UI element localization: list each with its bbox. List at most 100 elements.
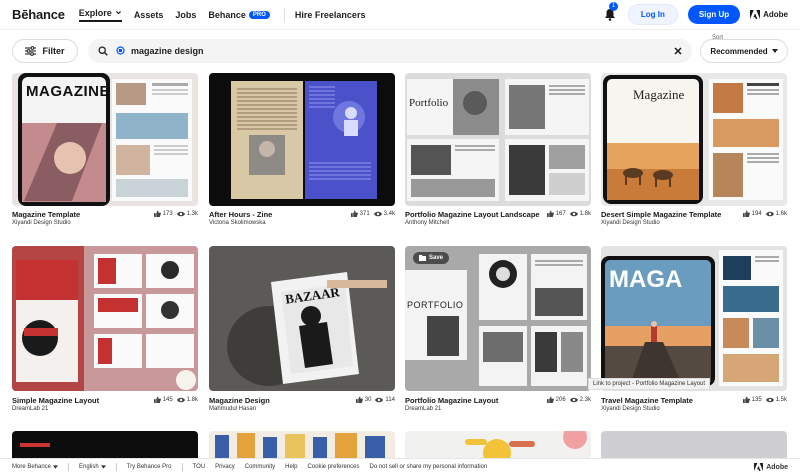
views-stat: 1.6k: [765, 211, 787, 217]
project-stats: 30 114: [355, 396, 395, 403]
project-author[interactable]: DreamLab 21: [12, 406, 48, 412]
project-search-icon: [116, 46, 125, 55]
nav-hire-freelancers[interactable]: Hire Freelancers: [295, 10, 366, 20]
likes-stat: 145: [153, 396, 173, 403]
project-author[interactable]: DreamLab 21: [405, 406, 441, 412]
project-thumbnail[interactable]: Portfolio: [405, 73, 591, 206]
save-button[interactable]: Save: [413, 252, 450, 264]
portfolio-landscape-cover: [405, 73, 591, 206]
project-thumbnail[interactable]: [12, 246, 198, 391]
project-card[interactable]: PORTFOLIO Save Portfolio Magazine Layout…: [405, 246, 591, 414]
project-title[interactable]: Desert Simple Magazine Template: [601, 210, 721, 219]
thumbnail-title-text: MAGAZINE: [26, 83, 110, 100]
adobe-footer-label: Adobe: [766, 463, 788, 471]
notifications-button[interactable]: 1: [604, 1, 619, 22]
project-title[interactable]: Portfolio Magazine Layout: [405, 396, 498, 405]
try-pro-link[interactable]: Try Behance Pro: [127, 464, 172, 470]
project-stats: 167 1.8k: [546, 210, 591, 217]
pro-badge: PRO: [248, 10, 270, 19]
footer-divider: [68, 463, 70, 471]
tou-link[interactable]: TOU: [193, 464, 206, 470]
eye-icon: [765, 211, 774, 216]
thumbs-up-icon: [153, 396, 161, 403]
adobe-link[interactable]: Adobe: [750, 10, 788, 19]
project-title[interactable]: After Hours - Zine: [209, 210, 272, 219]
views-count: 1.3k: [186, 210, 198, 217]
behance-logo[interactable]: Bēhance: [12, 7, 65, 22]
likes-count: 30: [364, 396, 372, 403]
project-card[interactable]: Portfolio Portfolio Magazine Layout Land…: [405, 73, 591, 233]
eye-icon: [569, 397, 578, 402]
filter-button[interactable]: Filter: [12, 39, 78, 63]
project-title[interactable]: Portfolio Magazine Layout Landscape: [405, 210, 540, 219]
likes-stat: 371: [350, 210, 370, 217]
project-thumbnail-partial[interactable]: [209, 431, 395, 458]
signup-button[interactable]: Sign Up: [687, 5, 741, 24]
language-label: English: [79, 464, 99, 470]
project-thumbnail-partial[interactable]: [601, 431, 787, 458]
nav-jobs[interactable]: Jobs: [175, 10, 196, 20]
project-thumbnail-partial[interactable]: [12, 431, 198, 458]
do-not-sell-link[interactable]: Do not sell or share my personal informa…: [369, 464, 487, 470]
language-dropdown[interactable]: English: [79, 464, 106, 470]
project-author[interactable]: Xiyandi Design Studio: [601, 220, 660, 226]
project-thumbnail[interactable]: MAGA: [601, 246, 787, 391]
project-thumbnail[interactable]: MAGAZINE: [12, 73, 198, 206]
project-card[interactable]: MAGAZINE Magazine Template Xiyandi Desig…: [12, 73, 198, 233]
project-card[interactable]: Simple Magazine Layout DreamLab 21 145 1…: [12, 246, 198, 414]
likes-count: 173: [162, 210, 173, 217]
project-thumbnail[interactable]: Magazine: [601, 73, 787, 206]
privacy-link[interactable]: Privacy: [215, 464, 235, 470]
project-thumbnail[interactable]: [209, 73, 395, 206]
sort-dropdown[interactable]: Recommended: [700, 39, 788, 63]
likes-count: 167: [555, 210, 566, 217]
search-input[interactable]: magazine design: [88, 39, 692, 63]
project-title[interactable]: Magazine Design: [209, 396, 270, 405]
chevron-down-icon: [53, 465, 59, 469]
thumbs-up-icon: [153, 210, 161, 217]
project-title[interactable]: Magazine Template: [12, 210, 80, 219]
project-title[interactable]: Simple Magazine Layout: [12, 396, 99, 405]
top-nav: Bēhance Explore Assets Jobs Behance PRO …: [0, 0, 800, 30]
project-author[interactable]: Anthony Mitchell: [405, 220, 449, 226]
footer-divider: [181, 463, 183, 471]
project-author[interactable]: Victoria Skolimowska: [209, 220, 266, 226]
project-card[interactable]: After Hours - Zine Victoria Skolimowska …: [209, 73, 395, 233]
clear-search-button[interactable]: [674, 44, 682, 58]
project-thumbnail-partial[interactable]: [405, 431, 591, 458]
chevron-down-icon: [115, 11, 121, 15]
thumbs-up-icon: [546, 210, 554, 217]
adobe-footer-link[interactable]: Adobe: [754, 463, 788, 471]
thumbs-up-icon: [350, 210, 358, 217]
project-author[interactable]: Xiyandi Design Studio: [12, 220, 71, 226]
project-title[interactable]: Travel Magazine Template: [601, 396, 693, 405]
partial-thumbnail-art: [215, 433, 385, 458]
search-row: Filter magazine design Sort Recommended: [0, 33, 800, 69]
cookie-preferences-link[interactable]: Cookie preferences: [307, 464, 359, 470]
project-card[interactable]: BAZAAR Magazine Design Mahmudul Hasan 30…: [209, 246, 395, 414]
sort-value: Recommended: [710, 46, 768, 56]
help-link[interactable]: Help: [285, 464, 297, 470]
views-stat: 3.4k: [373, 211, 395, 217]
likes-count: 135: [751, 396, 762, 403]
likes-count: 194: [751, 210, 762, 217]
nav-assets[interactable]: Assets: [134, 10, 164, 20]
nav-behance-label: Behance: [208, 9, 246, 20]
project-author[interactable]: Xiyandi Design Studio: [601, 406, 660, 412]
nav-explore[interactable]: Explore: [78, 8, 122, 22]
adobe-label: Adobe: [763, 10, 788, 19]
project-thumbnail[interactable]: PORTFOLIO Save: [405, 246, 591, 391]
project-card[interactable]: Magazine Desert Simple Magazine Template…: [601, 73, 787, 233]
project-thumbnail[interactable]: BAZAAR: [209, 246, 395, 391]
search-query-chip[interactable]: magazine design: [116, 46, 204, 56]
more-behance-dropdown[interactable]: More Behance: [12, 464, 59, 470]
desert-magazine-cover: [601, 73, 787, 206]
likes-stat: 206: [546, 396, 566, 403]
likes-stat: 167: [546, 210, 566, 217]
community-link[interactable]: Community: [245, 464, 275, 470]
login-button[interactable]: Log In: [627, 4, 678, 25]
simple-magazine-cover: [12, 246, 198, 391]
project-author[interactable]: Mahmudul Hasan: [209, 406, 256, 412]
nav-behance-pro[interactable]: Behance PRO: [208, 10, 270, 20]
likes-stat: 30: [355, 396, 372, 403]
